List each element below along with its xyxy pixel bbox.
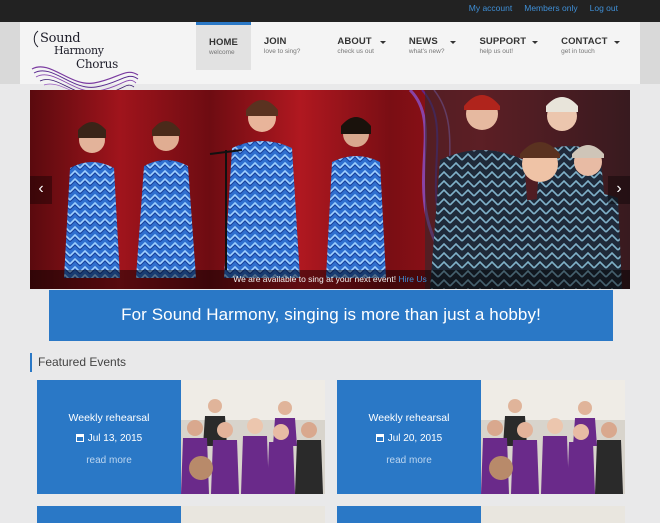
nav-home-title: HOME [209,37,238,48]
event-date: Jul 20, 2015 [337,433,481,444]
calendar-icon [375,434,384,442]
nav-item-about[interactable]: ABOUT check us out [324,22,396,70]
event-date-text: Jul 13, 2015 [87,433,143,444]
event-card[interactable]: Weekly rehearsal Jul 13, 2015 read more [37,380,325,494]
featured-events-heading: Featured Events [30,353,126,372]
logo-word-harmony: Harmony [54,44,104,57]
nav-item-contact[interactable]: CONTACT get in touch [548,22,629,70]
event-photo [481,380,625,494]
hero-caption-text: We are available to sing at your next ev… [233,274,397,284]
nav-support-subtitle: help us out! [479,48,514,55]
event-info: Weekly rehearsal Jul 20, 2015 read more [337,380,481,494]
main-nav: HOME welcome JOIN love to sing? ABOUT ch… [196,22,630,70]
nav-news-title: NEWS [408,36,438,47]
nav-item-home[interactable]: HOME welcome [196,22,251,70]
event-photo [481,506,625,523]
nav-item-news[interactable]: NEWS what's new? [396,22,467,70]
event-card[interactable]: Weekly rehearsal Jul 20, 2015 read more [337,380,625,494]
slider-next-arrow-icon[interactable]: › [608,176,630,204]
event-info: Weekly rehearsal Jul 13, 2015 read more [37,380,181,494]
nav-join-subtitle: love to sing? [263,48,301,55]
event-date-text: Jul 20, 2015 [387,433,443,444]
about-chevron-down-icon [379,41,386,44]
nav-item-support[interactable]: SUPPORT help us out! [466,22,548,70]
event-title: Weekly rehearsal [368,412,450,424]
tagline-banner: For Sound Harmony, singing is more than … [49,290,613,341]
nav-about-subtitle: check us out [337,48,374,55]
news-chevron-down-icon [450,41,457,44]
event-card[interactable] [37,506,325,523]
nav-support-title: SUPPORT [479,36,527,47]
nav-contact-title: CONTACT [561,36,608,47]
event-date: Jul 13, 2015 [37,433,181,444]
event-photo [181,380,325,494]
read-more-link[interactable]: read more [337,455,481,466]
nav-contact-subtitle: get in touch [561,48,595,55]
nav-home-subtitle: welcome [209,49,235,56]
event-title: Weekly rehearsal [68,412,150,424]
log-out-link[interactable]: Log out [590,3,618,13]
logo-word-chorus: Chorus [76,57,118,71]
contact-chevron-down-icon [613,41,620,44]
hero-slider[interactable]: ‹ › We are available to sing at your nex… [30,90,630,289]
read-more-link[interactable]: read more [37,455,181,466]
event-card[interactable] [337,506,625,523]
top-utility-bar: My account Members only Log out [0,0,660,22]
hire-us-link[interactable]: Hire Us [398,274,426,284]
event-photo [181,506,325,523]
support-chevron-down-icon [532,41,539,44]
site-header: Sound Harmony Chorus HOME welcome JOIN l… [0,22,660,99]
calendar-icon [75,434,84,442]
slider-prev-arrow-icon[interactable]: ‹ [30,176,52,204]
members-only-link[interactable]: Members only [524,3,577,13]
nav-join-title: JOIN [263,36,287,47]
nav-item-join[interactable]: JOIN love to sing? [251,22,325,70]
nav-news-subtitle: what's new? [408,48,445,55]
header-inner: Sound Harmony Chorus HOME welcome JOIN l… [20,22,640,99]
my-account-link[interactable]: My account [469,3,512,13]
hero-photo [30,90,630,289]
account-links: My account Members only Log out [469,3,618,13]
hero-caption: We are available to sing at your next ev… [30,270,630,289]
nav-about-title: ABOUT [337,36,372,47]
